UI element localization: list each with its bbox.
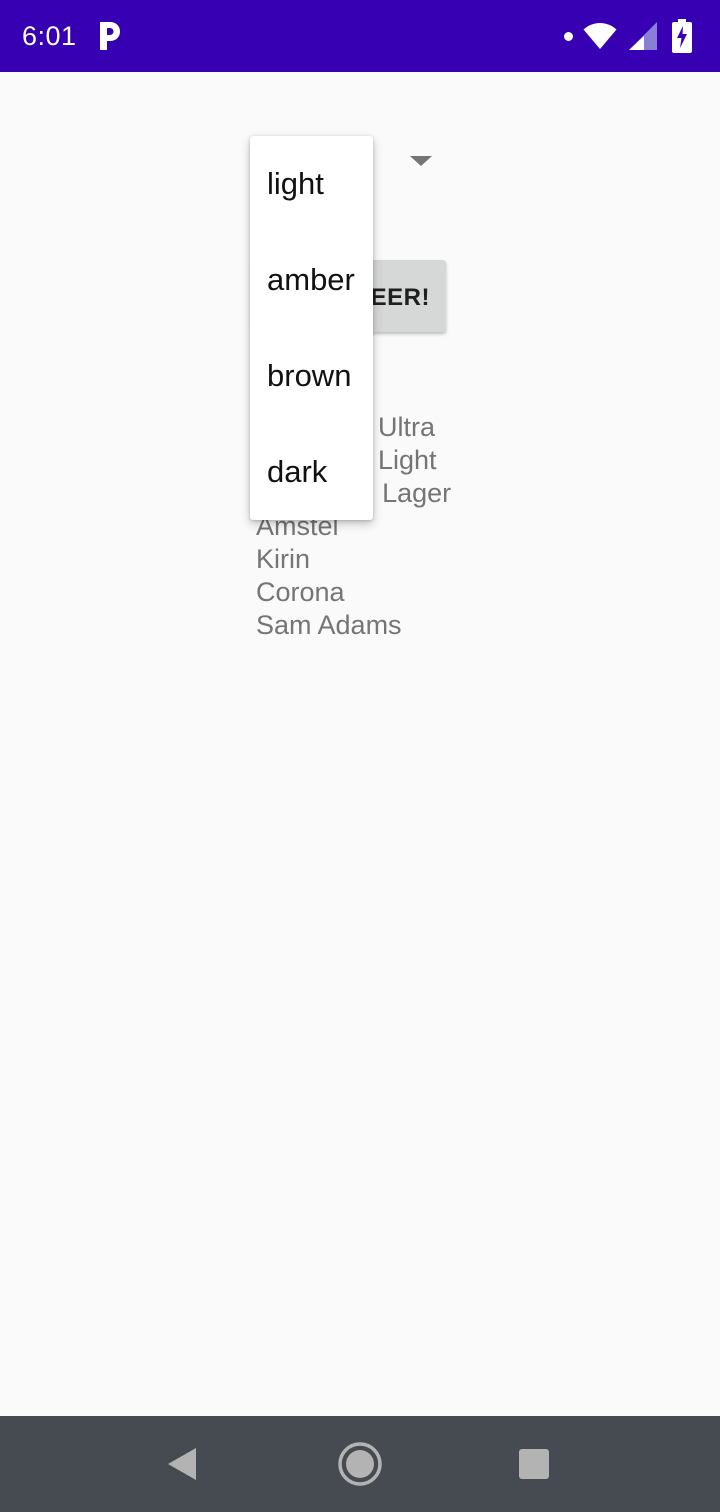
dropdown-option-dark[interactable]: dark — [250, 424, 373, 520]
parking-p-icon — [100, 22, 120, 50]
wifi-icon — [583, 23, 617, 49]
recents-icon[interactable] — [519, 1449, 549, 1479]
navigation-bar — [0, 1416, 720, 1512]
cell-signal-icon — [629, 22, 657, 50]
dropdown-option-amber[interactable]: amber — [250, 232, 373, 328]
find-beer-button-label: EER! — [370, 284, 430, 311]
home-icon[interactable] — [337, 1441, 383, 1487]
brand-item: Corona — [256, 577, 345, 607]
dropdown-option-light[interactable]: light — [250, 136, 373, 232]
dropdown-option-brown[interactable]: brown — [250, 328, 373, 424]
brand-item: Kirin — [256, 544, 311, 574]
color-dropdown-menu: light amber brown dark — [250, 136, 373, 520]
status-bar: 6:01 — [0, 0, 720, 72]
back-icon[interactable] — [166, 1446, 198, 1482]
notification-dot-icon — [564, 32, 573, 41]
dropdown-arrow-icon[interactable] — [410, 156, 432, 166]
status-time: 6:01 — [22, 21, 77, 51]
battery-charging-icon — [672, 19, 692, 53]
brand-item: Sam Adams — [256, 610, 402, 640]
